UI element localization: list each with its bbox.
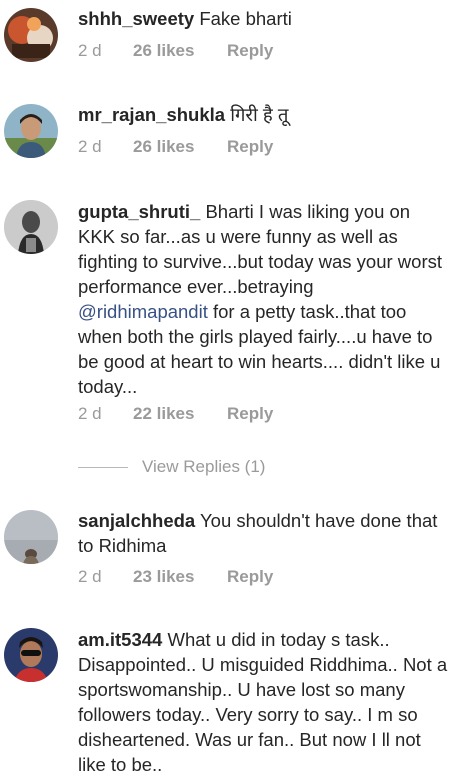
avatar[interactable] xyxy=(4,104,58,158)
comment-text: gupta_shruti_ Bharti I was liking you on… xyxy=(78,199,448,399)
avatar[interactable] xyxy=(4,510,58,564)
reply-button[interactable]: Reply xyxy=(227,404,273,424)
avatar[interactable] xyxy=(4,200,58,254)
view-replies-button[interactable]: View Replies (1) xyxy=(78,456,265,478)
comment-time: 2 d xyxy=(78,404,102,423)
comment-likes[interactable]: 23 likes xyxy=(133,567,227,587)
comment-likes[interactable]: 22 likes xyxy=(133,404,227,424)
comment-username[interactable]: shhh_sweety xyxy=(78,8,194,29)
comment-time: 2 d xyxy=(78,137,102,156)
comment-text: mr_rajan_shukla गिरी है तू xyxy=(78,102,448,127)
comment-likes[interactable]: 26 likes xyxy=(133,41,227,61)
comment-username[interactable]: sanjalchheda xyxy=(78,510,195,531)
replies-divider xyxy=(78,466,128,468)
reply-button[interactable]: Reply xyxy=(227,41,273,61)
comment-username[interactable]: gupta_shruti_ xyxy=(78,201,200,222)
comment-meta: 2 d 23 likes Reply xyxy=(78,567,273,587)
mention-link[interactable]: @ridhimapandit xyxy=(78,301,208,322)
avatar[interactable] xyxy=(4,8,58,62)
avatar[interactable] xyxy=(4,628,58,682)
comment-meta: 2 d 26 likes Reply xyxy=(78,41,273,61)
comment-text: shhh_sweety Fake bharti xyxy=(78,6,448,31)
comment-time: 2 d xyxy=(78,567,102,586)
comment-likes[interactable]: 26 likes xyxy=(133,137,227,157)
comment-username[interactable]: am.it5344 xyxy=(78,629,162,650)
comment-text: sanjalchheda You shouldn't have done tha… xyxy=(78,508,448,558)
reply-button[interactable]: Reply xyxy=(227,567,273,587)
comment-username[interactable]: mr_rajan_shukla xyxy=(78,104,225,125)
comment-body: Fake bharti xyxy=(199,8,292,29)
comment-body: गिरी है तू xyxy=(230,104,289,125)
comment-meta: 2 d 22 likes Reply xyxy=(78,404,273,424)
reply-button[interactable]: Reply xyxy=(227,137,273,157)
comment-time: 2 d xyxy=(78,41,102,60)
comment-meta: 2 d 26 likes Reply xyxy=(78,137,273,157)
comment-text: am.it5344 What u did in today s task.. D… xyxy=(78,627,448,777)
view-replies-label: View Replies (1) xyxy=(142,457,266,476)
comment-body: What u did in today s task.. Disappointe… xyxy=(78,629,448,775)
